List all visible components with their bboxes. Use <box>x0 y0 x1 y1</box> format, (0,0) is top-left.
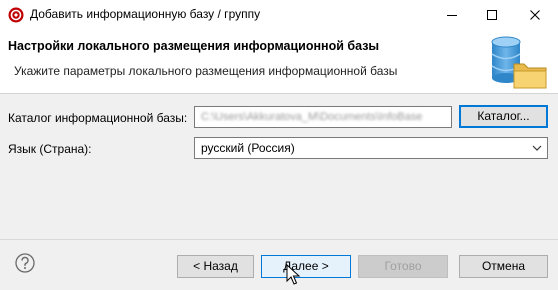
minimize-button[interactable] <box>432 0 472 30</box>
page-title: Настройки локального размещения информац… <box>8 39 380 53</box>
mouse-cursor-icon <box>286 264 301 285</box>
chevron-down-icon <box>532 145 542 151</box>
question-circle-icon[interactable] <box>15 253 35 273</box>
back-button[interactable]: < Назад <box>177 255 254 278</box>
catalog-label: Каталог информационной базы: <box>8 111 188 125</box>
maximize-button[interactable] <box>472 0 512 30</box>
maximize-icon <box>487 10 497 20</box>
close-icon <box>530 10 540 20</box>
finish-button[interactable]: Готово <box>358 255 448 278</box>
title-bar: Добавить информационную базу / группу <box>0 0 558 31</box>
language-select-value: русский (Россия) <box>201 141 295 155</box>
language-select[interactable]: русский (Россия) <box>194 137 548 159</box>
database-folder-icon <box>491 36 547 89</box>
close-button[interactable] <box>515 0 555 30</box>
1c-icon <box>8 7 24 23</box>
catalog-path-input[interactable]: C:\Users\Akkuratova_M\Documents\InfoBase <box>194 106 452 128</box>
browse-catalog-button[interactable]: Каталог... <box>459 105 548 128</box>
settings-form: Каталог информационной базы: C:\Users\Ak… <box>0 94 558 239</box>
page-subtitle: Укажите параметры локального размещения … <box>14 64 398 78</box>
minimize-icon <box>447 15 457 16</box>
next-button[interactable]: Далее > <box>261 255 351 278</box>
footer-divider <box>0 239 558 240</box>
window-title: Добавить информационную базу / группу <box>30 7 261 21</box>
catalog-path-value: C:\Users\Akkuratova_M\Documents\InfoBase <box>201 111 423 123</box>
wizard-header: Настройки локального размещения информац… <box>0 30 558 94</box>
cancel-button[interactable]: Отмена <box>459 255 548 278</box>
language-label: Язык (Страна): <box>8 142 92 156</box>
